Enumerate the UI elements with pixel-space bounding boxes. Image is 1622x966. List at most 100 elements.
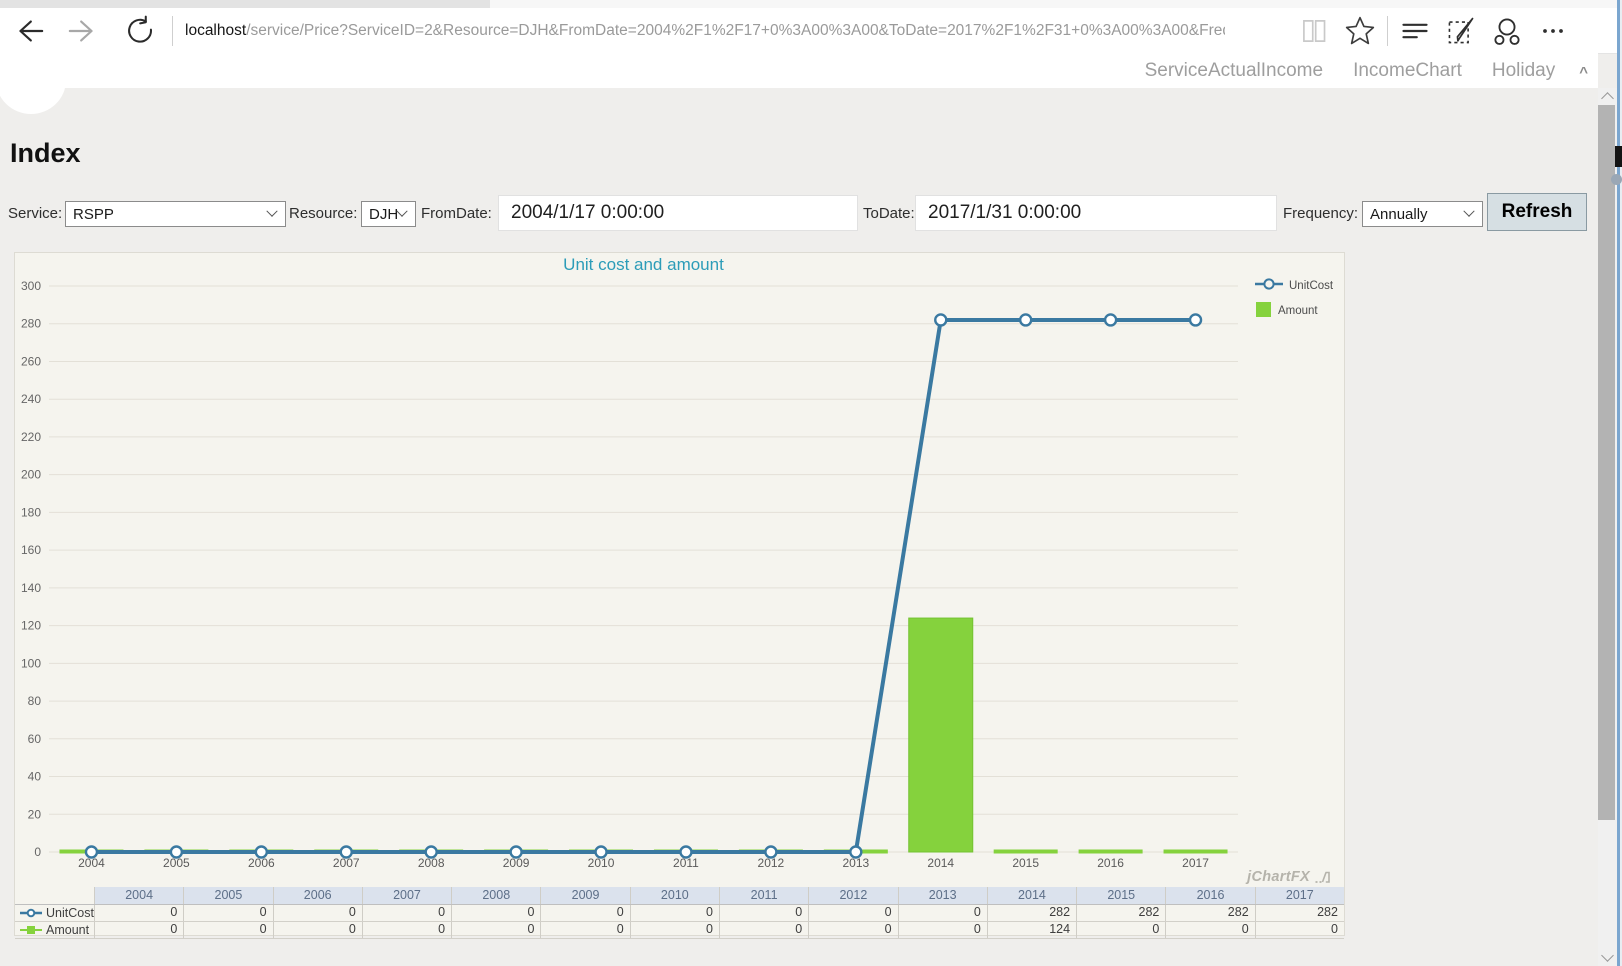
table-value-cell: 282 (1255, 905, 1344, 921)
table-value-cell: 0 (1076, 922, 1165, 938)
scrollbar-thumb[interactable] (1598, 105, 1615, 820)
svg-text:60: 60 (28, 732, 42, 746)
decorative-circle (0, 46, 66, 114)
svg-text:200: 200 (21, 468, 41, 482)
table-year-header: 2015 (1076, 887, 1165, 904)
table-year-header: 2009 (540, 887, 629, 904)
table-value-cell: 0 (808, 922, 897, 938)
table-value-cell: 282 (1165, 905, 1254, 921)
svg-text:20: 20 (28, 807, 42, 821)
table-value-cell: 0 (630, 922, 719, 938)
fromdate-label: FromDate: (421, 205, 492, 222)
resource-select[interactable]: DJH (361, 201, 416, 227)
vertical-scrollbar[interactable] (1598, 88, 1617, 966)
browser-toolbar: localhost/service/Price?ServiceID=2&Reso… (0, 8, 1622, 54)
table-value-cell: 0 (1255, 922, 1344, 938)
table-year-header: 2005 (183, 887, 272, 904)
jchartfx-watermark: jChartFX (1247, 869, 1330, 885)
table-row-label: Amount (15, 922, 94, 938)
svg-text:2015: 2015 (1012, 856, 1039, 870)
service-select[interactable]: RSPP (65, 201, 286, 227)
toolbar-divider (1387, 16, 1388, 46)
svg-text:280: 280 (21, 317, 41, 331)
frequency-select-value: Annually (1370, 206, 1428, 223)
svg-text:40: 40 (28, 770, 42, 784)
scroll-up-arrow-icon[interactable] (1601, 92, 1614, 105)
nav-collapse-caret[interactable]: ^ (1579, 64, 1588, 81)
svg-text:180: 180 (21, 505, 41, 519)
chart-svg[interactable]: 0204060801001201401601802002202402602803… (15, 273, 1344, 887)
table-value-cell: 0 (183, 905, 272, 921)
table-value-cell: 0 (94, 905, 183, 921)
filter-bar: Service: RSPP Resource: DJH FromDate: To… (0, 193, 1622, 235)
svg-text:2017: 2017 (1182, 856, 1209, 870)
svg-text:240: 240 (21, 392, 41, 406)
table-value-cell: 0 (540, 905, 629, 921)
svg-text:140: 140 (21, 581, 41, 595)
service-select-value: RSPP (73, 206, 114, 223)
svg-text:220: 220 (21, 430, 41, 444)
url-host: localhost (185, 22, 246, 40)
page-title: Index (10, 138, 81, 169)
table-value-cell: 0 (719, 922, 808, 938)
refresh-icon[interactable] (112, 10, 168, 52)
table-year-header: 2011 (719, 887, 808, 904)
svg-text:0: 0 (34, 845, 41, 859)
tab-strip (0, 0, 1622, 8)
table-value-cell: 124 (987, 922, 1076, 938)
table-value-cell: 0 (540, 922, 629, 938)
table-row-amount: Amount0000000000124000 (15, 922, 1344, 939)
resource-label: Resource: (289, 205, 357, 222)
favorites-star-icon[interactable] (1337, 10, 1383, 52)
table-year-header: 2006 (273, 887, 362, 904)
svg-text:2016: 2016 (1097, 856, 1124, 870)
svg-text:260: 260 (21, 354, 41, 368)
scroll-down-arrow-icon[interactable] (1601, 949, 1614, 962)
table-year-header: 2004 (94, 887, 183, 904)
nav-link-holiday[interactable]: Holiday (1492, 60, 1555, 82)
toolbar-divider (172, 16, 173, 46)
jchartfx-logo-icon (1314, 871, 1330, 884)
refresh-button[interactable]: Refresh (1487, 193, 1587, 231)
table-value-cell: 0 (719, 905, 808, 921)
table-year-header: 2010 (630, 887, 719, 904)
nav-link-serviceactualincome[interactable]: ServiceActualIncome (1145, 60, 1323, 82)
svg-text:80: 80 (28, 694, 42, 708)
table-row-label: UnitCost (15, 905, 94, 921)
table-value-cell: 0 (273, 905, 362, 921)
window-edge-artifact (1615, 146, 1622, 167)
table-year-header: 2013 (898, 887, 987, 904)
address-bar[interactable]: localhost/service/Price?ServiceID=2&Reso… (177, 10, 1225, 52)
table-year-header: 2012 (808, 887, 897, 904)
url-path: /service/Price?ServiceID=2&Resource=DJH&… (246, 22, 1225, 40)
table-value-cell: 0 (808, 905, 897, 921)
more-options-icon[interactable] (1530, 10, 1576, 52)
site-nav: ServiceActualIncome IncomeChart Holiday … (0, 53, 1598, 88)
fromdate-input[interactable] (498, 195, 858, 231)
share-icon[interactable] (1484, 10, 1530, 52)
service-label: Service: (8, 205, 62, 222)
browser-window: localhost/service/Price?ServiceID=2&Reso… (0, 0, 1622, 966)
forward-icon[interactable] (56, 10, 112, 52)
nav-link-incomechart[interactable]: IncomeChart (1353, 60, 1462, 82)
table-value-cell: 282 (987, 905, 1076, 921)
chart-title: Unit cost and amount (49, 255, 1238, 275)
table-year-header: 2007 (362, 887, 451, 904)
table-value-cell: 0 (183, 922, 272, 938)
window-edge-artifact (1611, 174, 1622, 185)
table-value-cell: 0 (630, 905, 719, 921)
reading-list-icon[interactable] (1291, 10, 1337, 52)
todate-input[interactable] (915, 195, 1277, 231)
svg-text:120: 120 (21, 619, 41, 633)
table-row-unitcost: UnitCost0000000000282282282282 (15, 905, 1344, 922)
hub-icon[interactable] (1392, 10, 1438, 52)
table-year-header: 2017 (1255, 887, 1344, 904)
web-note-pen-icon[interactable] (1438, 10, 1484, 52)
chevron-down-icon (266, 206, 277, 217)
watermark-text: jChartFX (1247, 869, 1310, 885)
table-value-cell: 0 (1165, 922, 1254, 938)
toolbar-icons (1291, 10, 1576, 52)
frequency-select[interactable]: Annually (1362, 201, 1483, 227)
svg-text:160: 160 (21, 543, 41, 557)
active-tab-edge (490, 0, 1622, 8)
